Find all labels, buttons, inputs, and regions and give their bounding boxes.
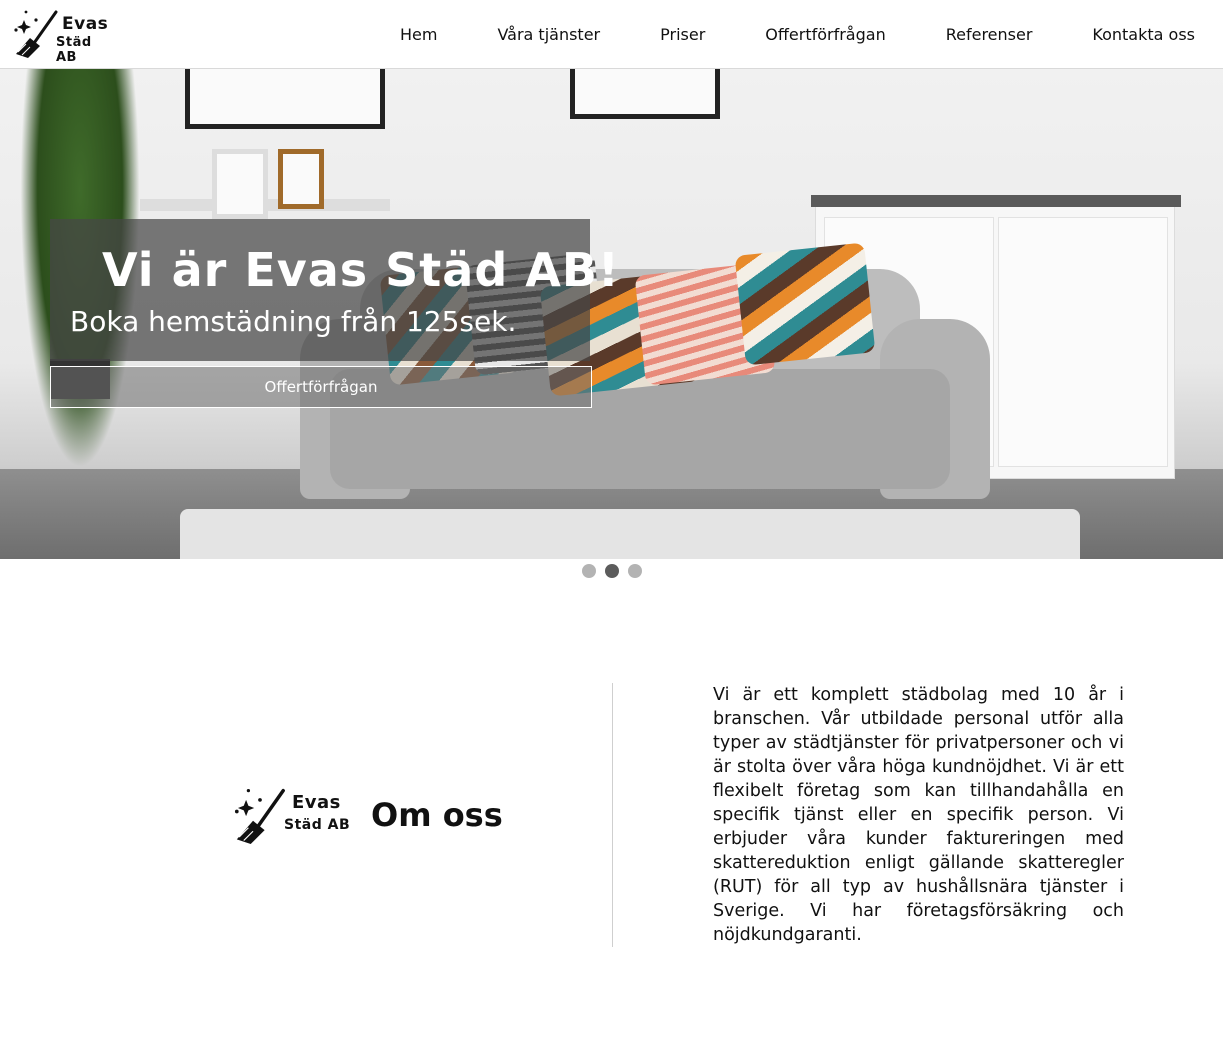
about-logo-text-line1: Evas [292, 792, 341, 813]
site-header: Evas Städ AB Hem Våra tjänster Priser Of… [0, 0, 1223, 69]
logo-text-line1: Evas [62, 14, 109, 34]
carousel-dot-3[interactable] [627, 564, 642, 578]
carousel-dot-1[interactable] [581, 564, 596, 578]
hero-subtitle: Boka hemstädning från 125sek. [70, 305, 517, 338]
hero-carousel: Vi är Evas Städ AB! Boka hemstädning frå… [0, 69, 1223, 559]
broom-icon [234, 788, 285, 844]
nav-item-referenser[interactable]: Referenser [946, 25, 1033, 44]
nav-item-offertforfragan[interactable]: Offertförfrågan [765, 25, 885, 44]
main-nav: Hem Våra tjänster Priser Offertförfrågan… [340, 0, 1195, 69]
about-logo: Evas Städ AB [232, 786, 352, 846]
logo-text-line2: Städ AB [56, 35, 92, 65]
about-heading: Om oss [371, 796, 503, 834]
carousel-indicators [0, 564, 1223, 578]
section-divider [612, 683, 613, 947]
site-logo[interactable]: Evas Städ AB [12, 8, 112, 65]
hero-text-box: Vi är Evas Städ AB! Boka hemstädning frå… [50, 219, 619, 361]
hero-title: Vi är Evas Städ AB! [102, 243, 620, 297]
carousel-dot-2[interactable] [604, 564, 619, 578]
about-description: Vi är ett komplett städbolag med 10 år i… [713, 685, 1124, 945]
broom-icon [14, 10, 58, 58]
offert-request-button[interactable]: Offertförfrågan [50, 366, 592, 408]
nav-item-hem[interactable]: Hem [400, 25, 437, 44]
about-logo-text-line2: Städ AB [284, 817, 351, 833]
nav-item-vara-tjanster[interactable]: Våra tjänster [497, 25, 600, 44]
nav-item-kontakta-oss[interactable]: Kontakta oss [1092, 25, 1195, 44]
nav-item-priser[interactable]: Priser [660, 25, 705, 44]
